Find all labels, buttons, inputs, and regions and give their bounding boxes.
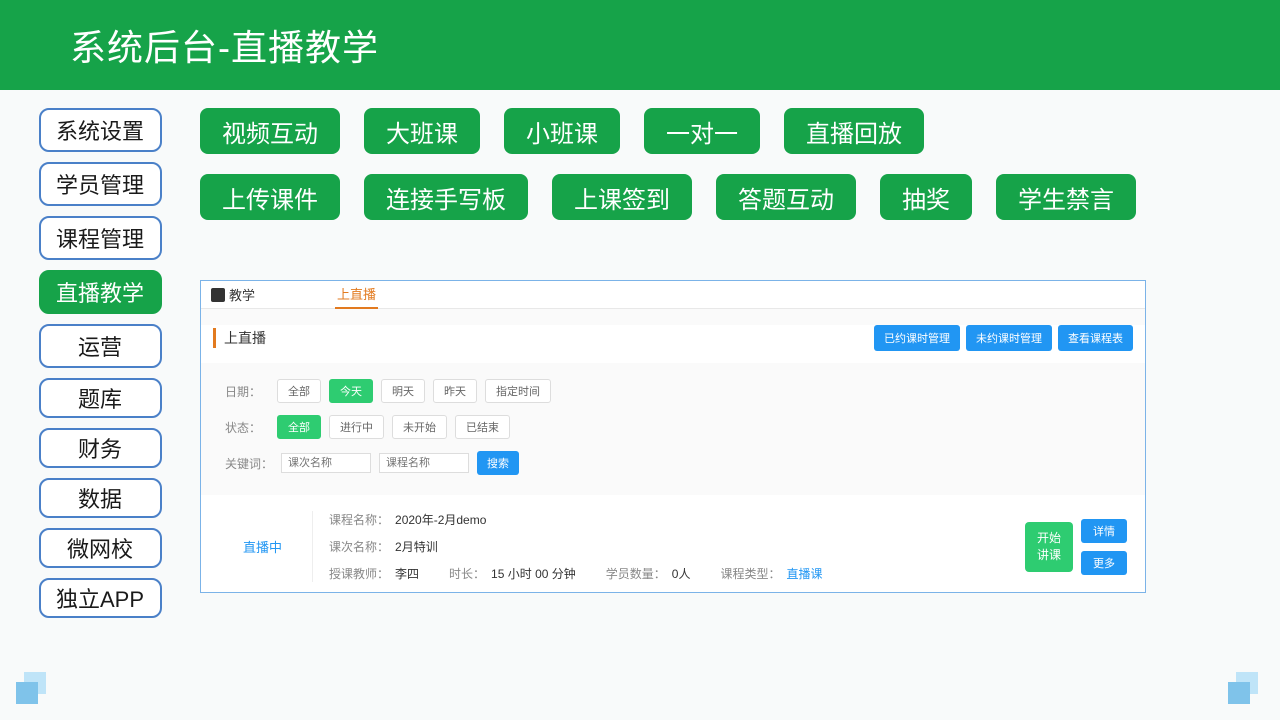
pill-lottery[interactable]: 抽奖 xyxy=(880,174,972,220)
pill-big-class[interactable]: 大班课 xyxy=(364,108,480,154)
search-button[interactable]: 搜索 xyxy=(477,451,519,475)
main: 视频互动 大班课 小班课 一对一 直播回放 上传课件 连接手写板 上课签到 答题… xyxy=(200,108,1280,618)
duration-value: 15 小时 00 分钟 xyxy=(491,565,576,582)
status-all[interactable]: 全部 xyxy=(277,415,321,439)
pill-tablet[interactable]: 连接手写板 xyxy=(364,174,528,220)
pill-one-on-one[interactable]: 一对一 xyxy=(644,108,760,154)
pill-upload[interactable]: 上传课件 xyxy=(200,174,340,220)
sidebar-item-data[interactable]: 数据 xyxy=(39,478,162,518)
duration-label: 时长： xyxy=(449,565,485,582)
btn-unbooked[interactable]: 未约课时管理 xyxy=(966,325,1052,351)
name-label: 课程名称： xyxy=(329,511,389,528)
start-l2: 讲课 xyxy=(1037,547,1061,564)
course-status: 直播中 xyxy=(213,511,313,582)
sidebar-item-ops[interactable]: 运营 xyxy=(39,324,162,368)
more-button[interactable]: 更多 xyxy=(1081,551,1127,575)
sidebar-item-system[interactable]: 系统设置 xyxy=(39,108,162,152)
panel: 教学 上直播 上直播 已约课时管理 未约课时管理 查看课程表 日期： 全部 今天 xyxy=(200,280,1146,593)
decoration-icon xyxy=(1228,672,1264,708)
date-tomorrow[interactable]: 明天 xyxy=(381,379,425,403)
sidebar-item-bank[interactable]: 题库 xyxy=(39,378,162,418)
date-today[interactable]: 今天 xyxy=(329,379,373,403)
date-all[interactable]: 全部 xyxy=(277,379,321,403)
header-bar: 系统后台-直播教学 xyxy=(0,0,1280,90)
filter-status: 状态： 全部 进行中 未开始 已结束 xyxy=(201,411,1145,447)
teacher-label: 授课教师： xyxy=(329,565,389,582)
sidebar-item-live[interactable]: 直播教学 xyxy=(39,270,162,314)
start-l1: 开始 xyxy=(1037,530,1061,547)
panel-body: 上直播 已约课时管理 未约课时管理 查看课程表 日期： 全部 今天 明天 昨天 … xyxy=(201,309,1145,592)
pill-quiz[interactable]: 答题互动 xyxy=(716,174,856,220)
pill-small-class[interactable]: 小班课 xyxy=(504,108,620,154)
btn-schedule[interactable]: 查看课程表 xyxy=(1058,325,1133,351)
book-icon xyxy=(211,288,225,302)
status-ended[interactable]: 已结束 xyxy=(455,415,510,439)
status-label: 状态： xyxy=(225,419,269,436)
panel-tabs: 教学 上直播 xyxy=(201,281,1145,309)
count-label: 学员数量： xyxy=(606,565,666,582)
tab-live[interactable]: 上直播 xyxy=(335,281,378,309)
section-head: 上直播 已约课时管理 未约课时管理 查看课程表 xyxy=(201,325,1145,363)
count-value: 0人 xyxy=(672,565,691,582)
pill-video-interact[interactable]: 视频互动 xyxy=(200,108,340,154)
section-title: 上直播 xyxy=(213,328,266,348)
pill-replay[interactable]: 直播回放 xyxy=(784,108,924,154)
status-running[interactable]: 进行中 xyxy=(329,415,384,439)
date-yesterday[interactable]: 昨天 xyxy=(433,379,477,403)
tab-teaching-label: 教学 xyxy=(229,285,255,304)
tab-teaching[interactable]: 教学 xyxy=(211,285,255,304)
kw-course-input[interactable] xyxy=(379,453,469,473)
sidebar-item-finance[interactable]: 财务 xyxy=(39,428,162,468)
filter-keyword: 关键词： 搜索 xyxy=(201,447,1145,483)
detail-button[interactable]: 详情 xyxy=(1081,519,1127,543)
pill-checkin[interactable]: 上课签到 xyxy=(552,174,692,220)
sidebar-item-microsite[interactable]: 微网校 xyxy=(39,528,162,568)
pill-row-2: 上传课件 连接手写板 上课签到 答题互动 抽奖 学生禁言 xyxy=(200,174,1170,220)
sidebar-item-app[interactable]: 独立APP xyxy=(39,578,162,618)
course-card: 直播中 课程名称： 2020年-2月demo 课次名称： 2月特训 授课教师： 李四 … xyxy=(201,495,1145,592)
filter-date: 日期： 全部 今天 明天 昨天 指定时间 xyxy=(201,375,1145,411)
kw-session-input[interactable] xyxy=(281,453,371,473)
sidebar-item-students[interactable]: 学员管理 xyxy=(39,162,162,206)
start-class-button[interactable]: 开始 讲课 xyxy=(1025,522,1073,572)
decoration-icon xyxy=(16,672,52,708)
type-value[interactable]: 直播课 xyxy=(786,565,822,582)
page-title: 系统后台-直播教学 xyxy=(70,19,379,71)
pill-row-1: 视频互动 大班课 小班课 一对一 直播回放 xyxy=(200,108,1170,154)
date-label: 日期： xyxy=(225,383,269,400)
date-custom[interactable]: 指定时间 xyxy=(485,379,551,403)
session-label: 课次名称： xyxy=(329,538,389,555)
kw-label: 关键词： xyxy=(225,455,273,472)
pill-mute[interactable]: 学生禁言 xyxy=(996,174,1136,220)
status-notstart[interactable]: 未开始 xyxy=(392,415,447,439)
sidebar-item-courses[interactable]: 课程管理 xyxy=(39,216,162,260)
session-value: 2月特训 xyxy=(395,538,438,555)
name-value: 2020年-2月demo xyxy=(395,511,486,528)
course-info: 课程名称： 2020年-2月demo 课次名称： 2月特训 授课教师： 李四 时长： 1… xyxy=(313,511,1025,582)
teacher-value: 李四 xyxy=(395,565,419,582)
sidebar: 系统设置 学员管理 课程管理 直播教学 运营 题库 财务 数据 微网校 独立AP… xyxy=(0,108,200,618)
head-buttons: 已约课时管理 未约课时管理 查看课程表 xyxy=(874,325,1133,351)
type-label: 课程类型： xyxy=(720,565,780,582)
content: 系统设置 学员管理 课程管理 直播教学 运营 题库 财务 数据 微网校 独立AP… xyxy=(0,90,1280,618)
btn-booked[interactable]: 已约课时管理 xyxy=(874,325,960,351)
course-actions: 开始 讲课 详情 更多 xyxy=(1025,511,1133,582)
